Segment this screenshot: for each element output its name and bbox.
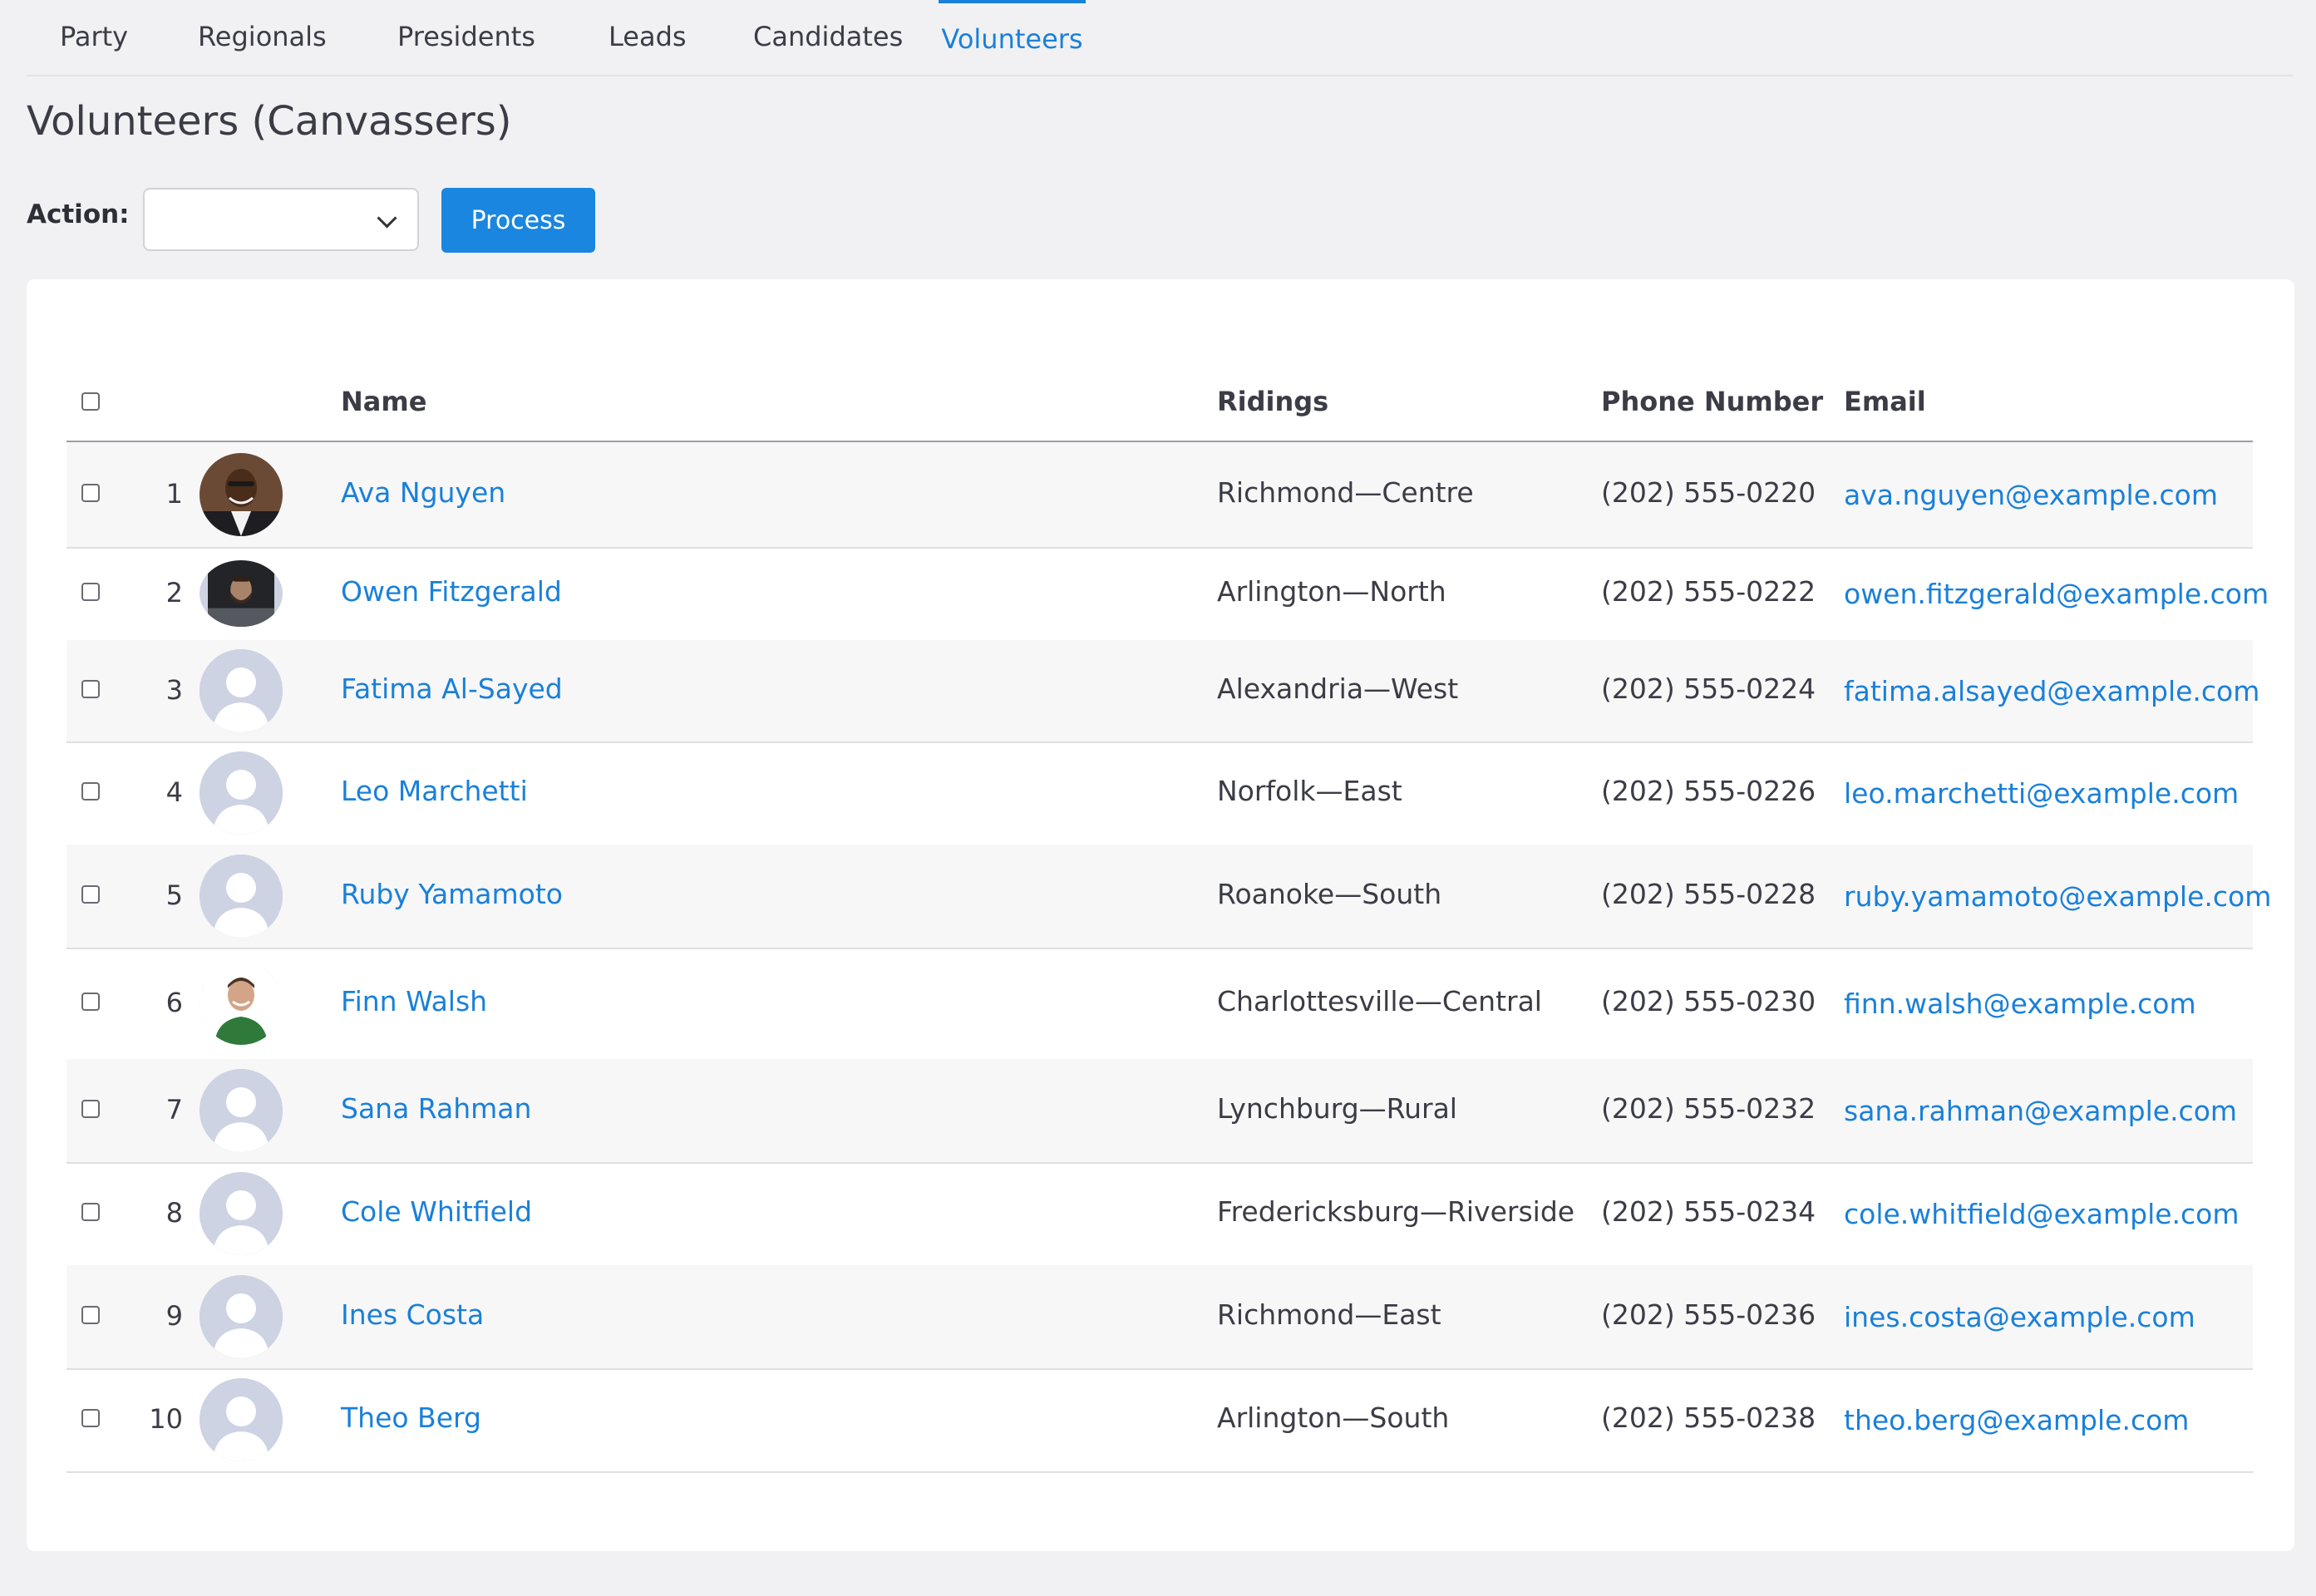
avatar	[200, 1069, 283, 1152]
row-number: 4	[165, 776, 183, 808]
email-link[interactable]: ines.costa@example.com	[1844, 1301, 2195, 1333]
avatar	[200, 1172, 283, 1255]
process-button[interactable]: Process	[441, 188, 595, 253]
table-row: 3 Fatima Al-Sayed Alexandria—West (202) 555…	[67, 640, 2259, 743]
volunteer-name-link[interactable]: Cole Whitfield	[341, 1195, 532, 1228]
email-link[interactable]: finn.walsh@example.com	[1844, 988, 2196, 1020]
avatar	[200, 1378, 283, 1461]
table-row: 5 Ruby Yamamoto Roanoke—South (202) 555-022…	[67, 845, 2271, 949]
tab-volunteers[interactable]: Volunteers	[939, 0, 1086, 75]
row-number: 3	[165, 674, 183, 706]
row-checkbox[interactable]	[81, 885, 100, 904]
volunteers-table-panel: Name Ridings Phone Number Email 1 Ava Ngu…	[27, 279, 2294, 1551]
riding-cell: Alexandria—West	[1217, 672, 1459, 705]
phone-cell: (202) 555-0232	[1601, 1092, 1816, 1125]
avatar	[200, 1275, 283, 1358]
top-tab-bar: Party Regionals Presidents Leads Candida…	[27, 0, 2293, 76]
row-number: 1	[165, 478, 183, 510]
row-number: 2	[165, 577, 183, 608]
row-checkbox[interactable]	[81, 583, 100, 601]
table-row: 10 Theo Berg Arlington—South (202) 555-0238…	[67, 1368, 2253, 1473]
chevron-down-icon	[377, 208, 397, 229]
volunteer-name-link[interactable]: Finn Walsh	[341, 985, 487, 1017]
column-header-name: Name	[341, 386, 427, 417]
row-checkbox[interactable]	[81, 993, 100, 1011]
volunteer-name-link[interactable]: Ruby Yamamoto	[341, 878, 563, 910]
table-row: 7 Sana Rahman Lynchburg—Rural (202) 555-023…	[67, 1059, 2253, 1164]
volunteer-name-link[interactable]: Owen Fitzgerald	[341, 575, 562, 608]
riding-cell: Norfolk—East	[1217, 775, 1402, 807]
column-header-ridings: Ridings	[1217, 386, 1329, 417]
phone-cell: (202) 555-0230	[1601, 985, 1816, 1017]
avatar	[200, 649, 283, 732]
table-row: 6 Finn Walsh Charlottesville—Central (202) …	[67, 948, 2253, 1061]
volunteer-name-link[interactable]: Fatima Al-Sayed	[341, 672, 563, 705]
phone-cell: (202) 555-0226	[1601, 775, 1816, 807]
row-number: 7	[165, 1094, 183, 1126]
row-checkbox[interactable]	[81, 680, 100, 698]
volunteer-name-link[interactable]: Sana Rahman	[341, 1092, 531, 1125]
tab-party[interactable]: Party	[27, 0, 161, 73]
tab-leads[interactable]: Leads	[575, 0, 720, 73]
row-checkbox[interactable]	[81, 1306, 100, 1324]
column-header-phone: Phone Number	[1601, 386, 1824, 417]
row-checkbox[interactable]	[81, 1100, 100, 1118]
riding-cell: Fredericksburg—Riverside	[1217, 1195, 1575, 1228]
table-row: 8 Cole Whitfield Fredericksburg—Riverside (…	[67, 1162, 2253, 1267]
email-link[interactable]: ruby.yamamoto@example.com	[1844, 880, 2271, 913]
volunteer-name-link[interactable]: Theo Berg	[341, 1401, 481, 1434]
row-number: 5	[165, 879, 183, 911]
phone-cell: (202) 555-0236	[1601, 1298, 1816, 1331]
table-row: 4 Leo Marchetti Norfolk—East (202) 555-0226…	[67, 741, 2253, 846]
phone-cell: (202) 555-0234	[1601, 1195, 1816, 1228]
row-number: 6	[165, 987, 183, 1018]
phone-cell: (202) 555-0222	[1601, 575, 1816, 608]
table-row: 2 Owen Fitzgerald Arlington—North (202) 555…	[67, 547, 2269, 642]
email-link[interactable]: ava.nguyen@example.com	[1844, 479, 2218, 511]
table-row: 1 Ava Nguyen Richmond—Centre (202) 555-0220…	[67, 442, 2253, 549]
volunteer-name-link[interactable]: Ines Costa	[341, 1298, 484, 1331]
riding-cell: Charlottesville—Central	[1217, 985, 1542, 1017]
row-number: 10	[149, 1403, 183, 1435]
action-label: Action:	[27, 200, 130, 229]
action-select[interactable]	[143, 188, 419, 251]
riding-cell: Richmond—East	[1217, 1298, 1441, 1331]
avatar	[200, 560, 283, 627]
avatar	[200, 855, 283, 938]
email-link[interactable]: sana.rahman@example.com	[1844, 1095, 2237, 1127]
riding-cell: Roanoke—South	[1217, 878, 1442, 910]
select-all-checkbox[interactable]	[81, 392, 100, 411]
page-title: Volunteers (Canvassers)	[27, 98, 512, 145]
avatar	[200, 962, 283, 1045]
riding-cell: Lynchburg—Rural	[1217, 1092, 1457, 1125]
table-row: 9 Ines Costa Richmond—East (202) 555-0236 in…	[67, 1265, 2253, 1370]
volunteer-name-link[interactable]: Ava Nguyen	[341, 476, 505, 509]
email-link[interactable]: leo.marchetti@example.com	[1844, 777, 2239, 810]
email-link[interactable]: theo.berg@example.com	[1844, 1404, 2189, 1436]
phone-cell: (202) 555-0220	[1601, 476, 1816, 509]
tab-candidates[interactable]: Candidates	[720, 0, 936, 73]
avatar	[200, 751, 283, 835]
row-checkbox[interactable]	[81, 484, 100, 502]
email-link[interactable]: owen.fitzgerald@example.com	[1844, 578, 2269, 610]
email-link[interactable]: cole.whitfield@example.com	[1844, 1198, 2240, 1230]
row-number: 9	[165, 1300, 183, 1332]
phone-cell: (202) 555-0238	[1601, 1401, 1816, 1434]
phone-cell: (202) 555-0224	[1601, 672, 1816, 705]
tab-presidents[interactable]: Presidents	[364, 0, 569, 73]
riding-cell: Arlington—South	[1217, 1401, 1450, 1434]
row-checkbox[interactable]	[81, 782, 100, 800]
row-checkbox[interactable]	[81, 1409, 100, 1427]
email-link[interactable]: fatima.alsayed@example.com	[1844, 675, 2259, 707]
avatar	[200, 453, 283, 536]
riding-cell: Richmond—Centre	[1217, 476, 1474, 509]
phone-cell: (202) 555-0228	[1601, 878, 1816, 910]
table-header: Name Ridings Phone Number Email	[67, 371, 2253, 442]
tab-regionals[interactable]: Regionals	[165, 0, 360, 73]
row-checkbox[interactable]	[81, 1203, 100, 1221]
row-number: 8	[165, 1197, 183, 1229]
column-header-email: Email	[1844, 386, 1926, 417]
riding-cell: Arlington—North	[1217, 575, 1446, 608]
volunteer-name-link[interactable]: Leo Marchetti	[341, 775, 528, 807]
